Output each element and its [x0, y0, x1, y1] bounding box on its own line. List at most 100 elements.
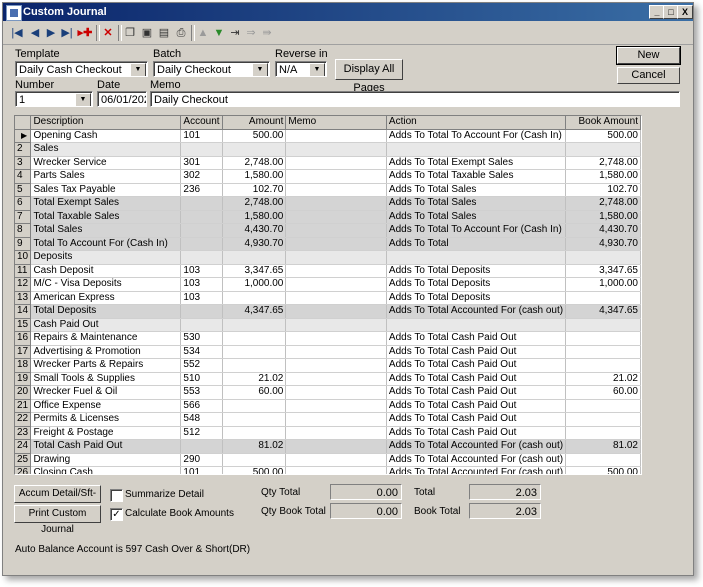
- memo-cell[interactable]: [285, 129, 387, 143]
- table-row[interactable]: 26 Closing Cash 101 500.00 Adds To Total Acc…: [15, 466, 641, 474]
- memo-cell[interactable]: [285, 237, 387, 251]
- amount-cell[interactable]: 1,000.00: [222, 277, 287, 292]
- amount-cell[interactable]: [222, 250, 287, 265]
- table-row[interactable]: 3 Wrecker Service 301 2,748.00 Adds To Total…: [15, 156, 641, 170]
- book-amount-cell[interactable]: 500.00: [565, 129, 641, 143]
- book-amount-cell[interactable]: 4,930.70: [565, 237, 641, 251]
- action-cell[interactable]: [386, 250, 567, 265]
- description-cell[interactable]: Wrecker Service: [30, 156, 182, 170]
- amount-cell[interactable]: 81.02: [222, 439, 287, 454]
- book-amount-cell[interactable]: 81.02: [565, 439, 641, 454]
- action-cell[interactable]: Adds To Total Cash Paid Out: [386, 412, 567, 427]
- save-icon[interactable]: ▣: [139, 25, 155, 41]
- table-row[interactable]: 5 Sales Tax Payable 236 102.70 Adds To Total…: [15, 183, 641, 197]
- action-cell[interactable]: Adds To Total Cash Paid Out: [386, 399, 567, 413]
- description-cell[interactable]: Sales: [30, 142, 182, 157]
- action-cell[interactable]: Adds To Total Sales: [386, 196, 567, 211]
- description-cell[interactable]: Closing Cash: [30, 466, 182, 474]
- amount-cell[interactable]: 102.70: [222, 183, 287, 197]
- description-cell[interactable]: Drawing: [30, 453, 182, 467]
- chevron-down-icon[interactable]: ▼: [130, 63, 146, 76]
- memo-cell[interactable]: [285, 466, 387, 474]
- amount-cell[interactable]: [222, 345, 287, 359]
- action-cell[interactable]: Adds To Total Deposits: [386, 277, 567, 292]
- table-row[interactable]: 19 Small Tools & Supplies 510 21.02 Adds To …: [15, 372, 641, 386]
- table-row[interactable]: 18 Wrecker Parts & Repairs 552 Adds To Tota…: [15, 358, 641, 373]
- book-amount-cell[interactable]: 21.02: [565, 372, 641, 386]
- account-cell[interactable]: 510: [180, 372, 223, 386]
- description-cell[interactable]: Wrecker Fuel & Oil: [30, 385, 182, 400]
- book-amount-cell[interactable]: 2,748.00: [565, 196, 641, 211]
- table-row[interactable]: 2 Sales: [15, 142, 641, 157]
- memo-cell[interactable]: [285, 223, 387, 238]
- action-cell[interactable]: Adds To Total Deposits: [386, 264, 567, 278]
- move-up-icon[interactable]: ▲: [195, 25, 211, 41]
- book-amount-cell[interactable]: [565, 142, 641, 157]
- memo-cell[interactable]: [285, 169, 387, 184]
- account-cell[interactable]: [180, 196, 223, 211]
- description-cell[interactable]: Total To Account For (Cash In): [30, 237, 182, 251]
- description-cell[interactable]: Opening Cash: [30, 129, 182, 143]
- book-amount-cell[interactable]: [565, 318, 641, 332]
- memo-cell[interactable]: [285, 264, 387, 278]
- outdent-icon[interactable]: ⇒: [243, 25, 259, 41]
- summarize-detail-checkbox[interactable]: [110, 489, 123, 502]
- account-cell[interactable]: 512: [180, 426, 223, 440]
- table-row[interactable]: 20 Wrecker Fuel & Oil 553 60.00 Adds To Tota…: [15, 385, 641, 400]
- table-row[interactable]: 13 American Express 103 Adds To Total Depos…: [15, 291, 641, 305]
- delete-record-icon[interactable]: ✕: [100, 25, 116, 41]
- account-cell[interactable]: 553: [180, 385, 223, 400]
- action-cell[interactable]: [386, 142, 567, 157]
- close-button[interactable]: X: [677, 5, 693, 19]
- description-cell[interactable]: Small Tools & Supplies: [30, 372, 182, 386]
- amount-cell[interactable]: [222, 331, 287, 346]
- description-cell[interactable]: Permits & Licenses: [30, 412, 182, 427]
- tab-icon[interactable]: ⇛: [259, 25, 275, 41]
- amount-cell[interactable]: 4,930.70: [222, 237, 287, 251]
- action-cell[interactable]: Adds To Total Deposits: [386, 291, 567, 305]
- book-amount-cell[interactable]: 2,748.00: [565, 156, 641, 170]
- table-row[interactable]: 25 Drawing 290 Adds To Total Accounted For …: [15, 453, 641, 467]
- action-cell[interactable]: Adds To Total Cash Paid Out: [386, 345, 567, 359]
- accum-detail-button[interactable]: Accum Detail/Sft-F4: [14, 485, 101, 515]
- memo-cell[interactable]: [285, 304, 387, 319]
- account-cell[interactable]: [180, 237, 223, 251]
- account-cell[interactable]: [180, 142, 223, 157]
- table-row[interactable]: 7 Total Taxable Sales 1,580.00 Adds To Tota…: [15, 210, 641, 224]
- column-header-description[interactable]: Description: [30, 116, 182, 130]
- account-cell[interactable]: [180, 223, 223, 238]
- amount-cell[interactable]: [222, 426, 287, 440]
- description-cell[interactable]: Repairs & Maintenance: [30, 331, 182, 346]
- new-button[interactable]: New: [616, 46, 681, 65]
- column-header-account[interactable]: Account: [180, 116, 223, 130]
- table-row[interactable]: 12 M/C - Visa Deposits 103 1,000.00 Adds To …: [15, 277, 641, 292]
- amount-cell[interactable]: [222, 399, 287, 413]
- account-cell[interactable]: [180, 304, 223, 319]
- table-row[interactable]: 9 Total To Account For (Cash In) 4,930.70 A…: [15, 237, 641, 251]
- delete-document-icon[interactable]: ▤: [156, 25, 172, 41]
- memo-cell[interactable]: [285, 318, 387, 332]
- display-all-pages-button[interactable]: Display All Pages: [335, 59, 403, 94]
- account-cell[interactable]: 101: [180, 466, 223, 474]
- account-cell[interactable]: 302: [180, 169, 223, 184]
- insert-record-icon[interactable]: ▸✚: [77, 25, 93, 41]
- book-amount-cell[interactable]: 1,580.00: [565, 210, 641, 224]
- amount-cell[interactable]: 21.02: [222, 372, 287, 386]
- action-cell[interactable]: [386, 318, 567, 332]
- column-header-action[interactable]: Action: [386, 116, 567, 130]
- book-amount-cell[interactable]: [565, 453, 641, 467]
- amount-cell[interactable]: 1,580.00: [222, 169, 287, 184]
- account-cell[interactable]: 236: [180, 183, 223, 197]
- account-cell[interactable]: 301: [180, 156, 223, 170]
- amount-cell[interactable]: 3,347.65: [222, 264, 287, 278]
- date-field[interactable]: 06/01/2020: [97, 91, 147, 107]
- action-cell[interactable]: Adds To Total: [386, 237, 567, 251]
- account-cell[interactable]: 534: [180, 345, 223, 359]
- description-cell[interactable]: Cash Paid Out: [30, 318, 182, 332]
- memo-cell[interactable]: [285, 277, 387, 292]
- table-row[interactable]: 23 Freight & Postage 512 Adds To Total Cash…: [15, 426, 641, 440]
- next-record-icon[interactable]: ▶: [43, 25, 59, 41]
- description-cell[interactable]: Office Expense: [30, 399, 182, 413]
- memo-cell[interactable]: [285, 453, 387, 467]
- amount-cell[interactable]: [222, 142, 287, 157]
